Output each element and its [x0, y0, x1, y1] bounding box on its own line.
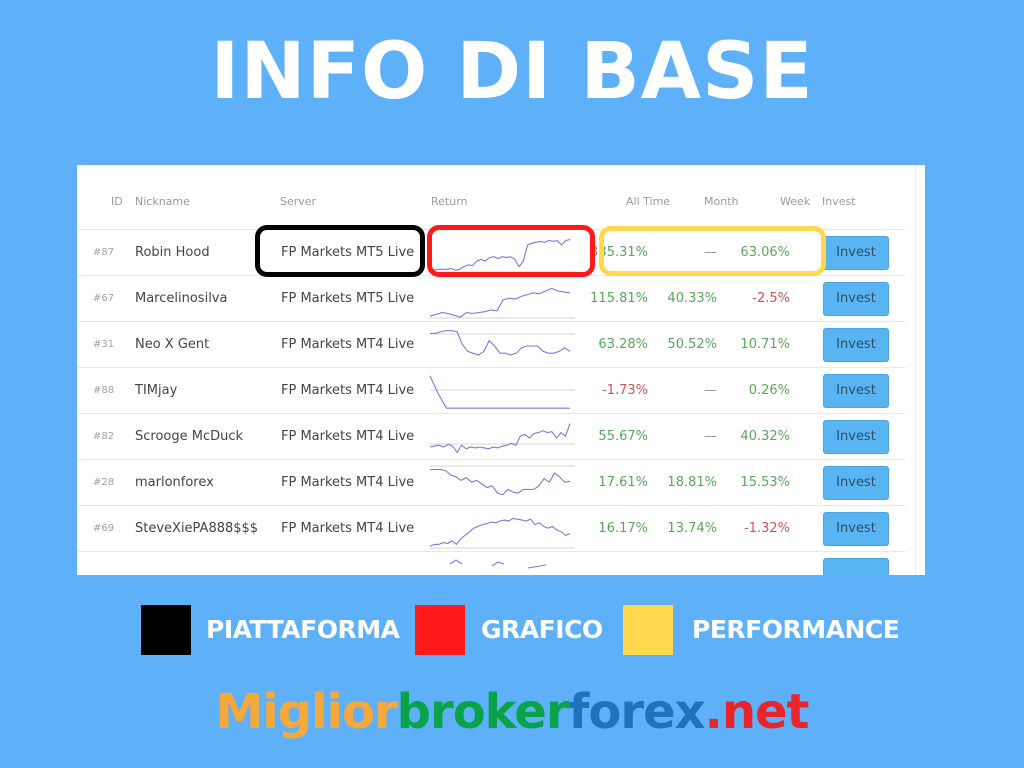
brand-part-net: .net	[704, 684, 810, 740]
header-return: Return	[431, 195, 468, 208]
return-sparkline	[430, 326, 580, 366]
return-sparkline	[429, 372, 580, 412]
trader-server: FP Markets MT4 Live	[281, 475, 415, 490]
trader-id: #88	[93, 385, 115, 396]
page-title: INFO DI BASE	[210, 27, 814, 117]
traders-table: ID Nickname Server Return All Time Month…	[77, 165, 915, 575]
header-invest: Invest	[822, 195, 856, 208]
table-row: #82 Scrooge McDuck FP Markets MT4 Live 55.6…	[77, 413, 905, 459]
table-row: #67 Marcelinosilva FP Markets MT5 Live 115.…	[77, 275, 905, 321]
trader-server: FP Markets MT4 Live	[281, 429, 415, 444]
return-week: 40.32%	[740, 429, 790, 444]
header-server: Server	[280, 195, 317, 208]
sparkline-series-partial	[527, 564, 547, 569]
return-all-time: 16.17%	[598, 521, 648, 536]
table-row-partial	[77, 551, 905, 575]
sparkline-series	[430, 239, 571, 271]
table-row: #28 marlonforex FP Markets MT4 Live 17.61% 1…	[77, 459, 905, 505]
invest-button[interactable]: Invest	[823, 374, 889, 408]
return-week: 10.71%	[740, 337, 790, 352]
return-all-time: 63.28%	[598, 337, 648, 352]
return-week: -1.32%	[744, 521, 790, 536]
return-sparkline	[429, 510, 580, 550]
trader-server: FP Markets MT4 Live	[281, 337, 415, 352]
trader-nickname[interactable]: Robin Hood	[135, 230, 210, 276]
brand-part-broker: broker	[396, 684, 570, 740]
legend-label-performance: PERFORMANCE	[692, 615, 900, 644]
return-month: 13.74%	[667, 521, 717, 536]
legend-label-platform: PIATTAFORMA	[206, 615, 400, 644]
return-all-time: 385.31%	[590, 245, 648, 260]
trader-id: #69	[93, 523, 115, 534]
trader-server: FP Markets MT5 Live	[281, 245, 415, 260]
return-week: 15.53%	[740, 475, 790, 490]
trader-id: #67	[93, 293, 115, 304]
legend-swatch-platform	[141, 605, 191, 655]
trader-id: #28	[93, 477, 115, 488]
header-week: Week	[780, 195, 811, 208]
invest-button[interactable]: Invest	[823, 466, 889, 500]
table-row: #31 Neo X Gent FP Markets MT4 Live 63.28% 50…	[77, 321, 905, 367]
header-nickname: Nickname	[135, 195, 190, 208]
return-month: 40.33%	[667, 291, 717, 306]
trader-nickname[interactable]: Neo X Gent	[135, 322, 209, 368]
table-row: #87 Robin Hood FP Markets MT5 Live 385.31% —…	[77, 229, 905, 275]
sparkline-series	[429, 287, 571, 318]
return-sparkline-partial	[430, 556, 580, 575]
return-sparkline	[430, 464, 580, 504]
return-week: -2.5%	[752, 291, 790, 306]
trader-id: #31	[93, 339, 115, 350]
return-all-time: 17.61%	[598, 475, 648, 490]
trader-nickname[interactable]: SteveXiePA888$$$	[135, 506, 258, 552]
return-sparkline	[429, 280, 580, 320]
trader-server: FP Markets MT5 Live	[281, 291, 415, 306]
legend: PIATTAFORMA GRAFICO PERFORMANCE	[0, 605, 1024, 655]
trader-server: FP Markets MT4 Live	[281, 521, 415, 536]
invest-button[interactable]: Invest	[823, 420, 889, 454]
return-month: —	[704, 245, 717, 260]
brand-part-forex: forex	[568, 684, 706, 740]
return-sparkline	[430, 234, 580, 274]
sparkline-series	[429, 423, 571, 454]
invest-button[interactable]: Invest	[823, 282, 889, 316]
trader-nickname[interactable]: Marcelinosilva	[135, 276, 227, 322]
trader-server: FP Markets MT4 Live	[281, 383, 415, 398]
sparkline-series	[429, 375, 570, 409]
sparkline-series	[430, 469, 571, 496]
header-month: Month	[704, 195, 739, 208]
header-id: ID	[111, 195, 123, 208]
return-month: 50.52%	[667, 337, 717, 352]
legend-swatch-chart	[415, 605, 465, 655]
legend-label-chart: GRAFICO	[481, 615, 603, 644]
invest-button-partial[interactable]	[823, 558, 889, 575]
invest-button[interactable]: Invest	[823, 236, 889, 270]
return-all-time: 55.67%	[598, 429, 648, 444]
sparkline-series-partial	[491, 561, 505, 567]
trader-id: #87	[93, 247, 115, 258]
site-brand: Migliorbrokerforex.net	[0, 682, 1024, 742]
trader-nickname[interactable]: Scrooge McDuck	[135, 414, 243, 460]
trader-id: #82	[93, 431, 115, 442]
return-all-time: 115.81%	[590, 291, 648, 306]
trader-nickname[interactable]: TIMjay	[135, 368, 177, 414]
trader-nickname[interactable]: marlonforex	[135, 460, 214, 506]
return-week: 0.26%	[748, 383, 790, 398]
brand-part-miglior: Miglior	[215, 684, 398, 740]
vertical-scrollbar[interactable]	[915, 165, 925, 575]
sparkline-series-partial	[449, 559, 463, 565]
return-month: —	[704, 383, 717, 398]
traders-table-card: ID Nickname Server Return All Time Month…	[77, 165, 925, 575]
legend-swatch-performance	[623, 605, 673, 655]
return-month: —	[704, 429, 717, 444]
header-all-time: All Time	[626, 195, 671, 208]
table-row: #69 SteveXiePA888$$$ FP Markets MT4 Live 16…	[77, 505, 905, 551]
return-month: 18.81%	[667, 475, 717, 490]
table-row: #88 TIMjay FP Markets MT4 Live -1.73% — 0.26%…	[77, 367, 905, 413]
invest-button[interactable]: Invest	[823, 512, 889, 546]
invest-button[interactable]: Invest	[823, 328, 889, 362]
return-sparkline	[429, 418, 580, 458]
return-all-time: -1.73%	[602, 383, 648, 398]
return-week: 63.06%	[740, 245, 790, 260]
sparkline-series	[429, 517, 571, 547]
